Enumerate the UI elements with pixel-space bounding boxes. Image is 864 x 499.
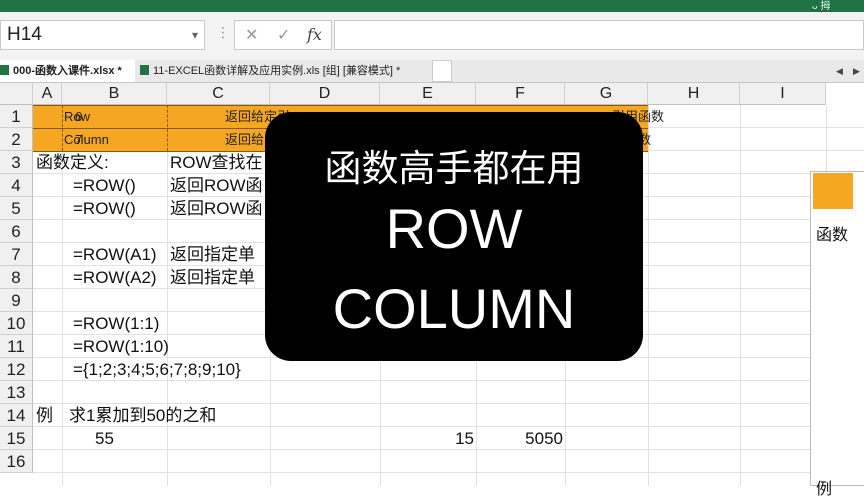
row-header-14[interactable]: 14 [0, 404, 33, 427]
cell-b12[interactable]: ={1;2;3;4;5;6;7;8;9;10} [73, 358, 241, 381]
row-header-12[interactable]: 12 [0, 358, 33, 381]
formula-buttons: ✕ ✓ fx [234, 20, 332, 50]
overlay-line-column: COLUMN [332, 277, 576, 340]
tab-workbook-1[interactable]: 000-函数入课件.xlsx * [0, 60, 135, 82]
name-box-value: H14 [7, 24, 42, 45]
gridline [167, 105, 168, 486]
title-overlay-card: 函数高手都在用 ROW COLUMN [265, 112, 643, 361]
row-header-11[interactable]: 11 [0, 335, 33, 358]
column-header-i[interactable]: I [740, 83, 826, 105]
gridline [740, 105, 741, 486]
scroll-right-icon[interactable]: ▶ [853, 66, 860, 77]
tab-workbook-2[interactable]: 11-EXCEL函数详解及应用实例.xls [组] [兼容模式] * [140, 60, 430, 82]
name-box[interactable]: H14 ▾ [0, 20, 205, 50]
column-header-f[interactable]: F [476, 83, 565, 105]
column-header-g[interactable]: G [565, 83, 648, 105]
row-header-13[interactable]: 13 [0, 381, 33, 404]
row-header-4[interactable]: 4 [0, 174, 33, 197]
ribbon-strip: ᴗ 拇 [0, 0, 864, 12]
chevron-down-icon[interactable]: ▾ [192, 21, 198, 49]
cell-c7[interactable]: 返回指定单 [170, 243, 255, 266]
tab-label: 000-函数入课件.xlsx * [13, 65, 122, 77]
cell-e15[interactable]: 15 [380, 427, 474, 450]
cell-c3[interactable]: ROW查找在 [170, 151, 263, 174]
fx-icon[interactable]: fx [307, 25, 322, 44]
cell-b2[interactable]: Column [64, 128, 109, 151]
cell-b15[interactable]: 55 [62, 427, 147, 450]
cell-b1[interactable]: Row [64, 105, 90, 128]
overlay-line-row: ROW [385, 197, 523, 260]
drag-handle-icon[interactable]: ⋮ [216, 24, 231, 41]
cell-b7[interactable]: =ROW(A1) [73, 243, 157, 266]
cell-b10[interactable]: =ROW(1:1) [73, 312, 159, 335]
cell-border [62, 105, 63, 151]
ribbon-right-text: ᴗ 拇 [812, 1, 831, 12]
row-header-1[interactable]: 1 [0, 105, 33, 128]
side-text-top: 函数 [816, 227, 849, 244]
column-header-c[interactable]: C [167, 83, 270, 105]
new-tab-button[interactable] [432, 60, 452, 82]
column-header-e[interactable]: E [380, 83, 476, 105]
scroll-left-icon[interactable]: ◀ [836, 66, 843, 77]
row-header-9[interactable]: 9 [0, 289, 33, 312]
column-header-d[interactable]: D [270, 83, 380, 105]
cell-b11[interactable]: =ROW(1:10) [73, 335, 169, 358]
row-header-15[interactable]: 15 [0, 427, 33, 450]
tab-label: 11-EXCEL函数详解及应用实例.xls [组] [兼容模式] * [153, 65, 401, 77]
row-header-8[interactable]: 8 [0, 266, 33, 289]
cell-a3[interactable]: 函数定义: [36, 151, 109, 174]
row-header-10[interactable]: 10 [0, 312, 33, 335]
column-header-h[interactable]: H [648, 83, 740, 105]
formula-input[interactable] [334, 20, 864, 50]
cell-c5[interactable]: 返回ROW函 [170, 197, 263, 220]
side-highlight-block [813, 173, 853, 209]
side-window-pane[interactable] [810, 171, 864, 486]
excel-file-icon [0, 65, 9, 75]
cell-f15[interactable]: 5050 [476, 427, 563, 450]
column-header-a[interactable]: A [33, 83, 62, 105]
workbook-tabs: 000-函数入课件.xlsx * 11-EXCEL函数详解及应用实例.xls [… [0, 60, 864, 83]
confirm-icon[interactable]: ✓ [277, 25, 290, 45]
row-header-6[interactable]: 6 [0, 220, 33, 243]
cell-c2[interactable]: 返回给 [225, 128, 264, 151]
overlay-title: 函数高手都在用 [324, 147, 584, 190]
cell-b4[interactable]: =ROW() [73, 174, 136, 197]
row-header-7[interactable]: 7 [0, 243, 33, 266]
cell-border [167, 105, 168, 151]
row-header-5[interactable]: 5 [0, 197, 33, 220]
cell-c4[interactable]: 返回ROW函 [170, 174, 263, 197]
row-header-3[interactable]: 3 [0, 151, 33, 174]
cell-b8[interactable]: =ROW(A2) [73, 266, 157, 289]
cell-b5[interactable]: =ROW() [73, 197, 136, 220]
row-header-2[interactable]: 2 [0, 128, 33, 151]
select-all-corner[interactable] [0, 83, 33, 105]
gridline [648, 105, 649, 486]
cell-c8[interactable]: 返回指定单 [170, 266, 255, 289]
column-header-b[interactable]: B [62, 83, 167, 105]
row-header-16[interactable]: 16 [0, 450, 33, 473]
excel-file-icon [140, 65, 149, 75]
cell-b14[interactable]: 求1累加到50的之和 [69, 404, 216, 427]
cancel-icon[interactable]: ✕ [245, 25, 258, 45]
cell-a14[interactable]: 例 [36, 404, 53, 427]
side-text-bottom: 例 [816, 481, 833, 498]
